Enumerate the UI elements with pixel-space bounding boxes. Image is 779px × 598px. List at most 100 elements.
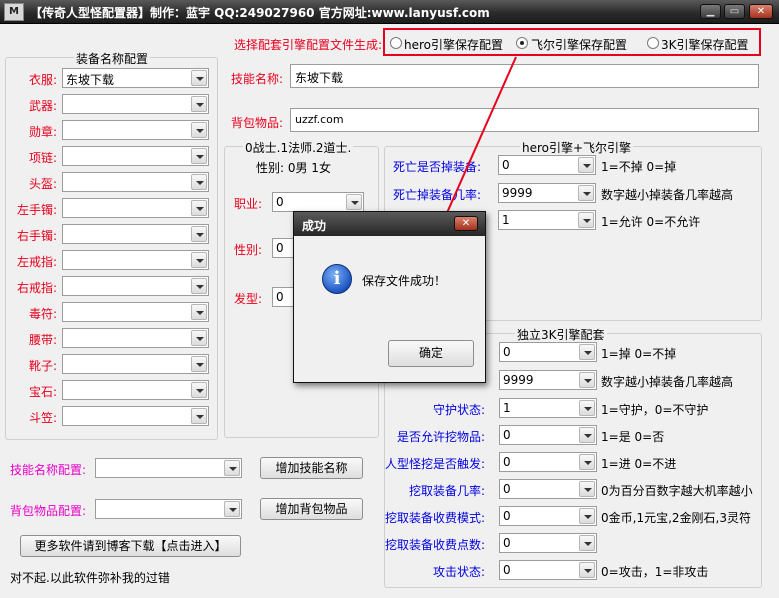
title-bar[interactable]: M 【传奇人型怪配置器】制作：蓝宇 QQ:249027960 官方网址:www.… <box>0 0 779 24</box>
hero-combo-value: 1 <box>502 213 510 227</box>
radio-3k-label[interactable]: 3K引擎保存配置 <box>661 36 749 53</box>
chevron-down-icon[interactable] <box>191 122 207 138</box>
hero-combo[interactable]: 9999 <box>498 183 596 203</box>
k3-combo-value: 0 <box>503 455 511 469</box>
equip-combo[interactable] <box>62 302 209 322</box>
chevron-down-icon[interactable] <box>578 157 594 173</box>
chevron-down-icon[interactable] <box>191 96 207 112</box>
maximize-icon[interactable]: ▭ <box>724 4 745 19</box>
radio-feier[interactable] <box>516 37 528 49</box>
equip-label: 宝石: <box>28 385 57 399</box>
k3-label: 人型怪挖是否触发: <box>384 457 485 471</box>
chevron-down-icon[interactable] <box>191 70 207 86</box>
radio-hero[interactable] <box>390 37 402 49</box>
add-skill-button[interactable]: 增加技能名称 <box>260 457 363 479</box>
equip-combo[interactable] <box>62 354 209 374</box>
k3-combo[interactable]: 0 <box>499 452 597 472</box>
chevron-down-icon[interactable] <box>191 304 207 320</box>
k3-combo[interactable]: 0 <box>499 425 597 445</box>
chevron-down-icon[interactable] <box>191 356 207 372</box>
k3-combo[interactable]: 0 <box>499 506 597 526</box>
k3-combo[interactable]: 9999 <box>499 370 597 390</box>
add-bag-item-button[interactable]: 增加背包物品 <box>260 498 363 520</box>
equip-combo[interactable] <box>62 250 209 270</box>
equip-label: 武器: <box>28 99 57 113</box>
radio-hero-label[interactable]: hero引擎保存配置 <box>404 36 503 53</box>
radio-feier-label[interactable]: 飞尔引擎保存配置 <box>531 36 627 53</box>
chevron-down-icon[interactable] <box>578 185 594 201</box>
k3-label: 挖取装备收费点数: <box>384 538 485 552</box>
chevron-down-icon[interactable] <box>191 200 207 216</box>
k3-combo[interactable]: 0 <box>499 342 597 362</box>
chevron-down-icon[interactable] <box>191 226 207 242</box>
equip-combo[interactable] <box>62 328 209 348</box>
chevron-down-icon[interactable] <box>579 562 595 578</box>
more-software-button[interactable]: 更多软件请到博客下载【点击进入】 <box>20 535 241 557</box>
k3-combo-value: 0 <box>503 536 511 550</box>
window-title: 【传奇人型怪配置器】制作：蓝宇 QQ:249027960 官方网址:www.la… <box>30 6 490 20</box>
chevron-down-icon[interactable] <box>578 212 594 228</box>
hero-combo[interactable]: 1 <box>498 210 596 230</box>
k3-combo[interactable]: 0 <box>499 479 597 499</box>
dialog-close-icon[interactable]: ✕ <box>454 216 478 231</box>
skill-name-label: 技能名称: <box>231 72 284 86</box>
dialog-title-bar[interactable]: 成功 ✕ <box>294 212 485 236</box>
equip-combo[interactable] <box>62 120 209 140</box>
k3-combo[interactable]: 0 <box>499 560 597 580</box>
chevron-down-icon[interactable] <box>579 481 595 497</box>
hero-hint: 1=不掉 0=掉 <box>601 160 677 174</box>
equip-combo[interactable] <box>62 406 209 426</box>
minimize-icon[interactable]: ▁ <box>700 4 721 19</box>
bag-config-combo[interactable] <box>95 499 242 519</box>
chevron-down-icon[interactable] <box>191 148 207 164</box>
hero-combo[interactable]: 0 <box>498 155 596 175</box>
chevron-down-icon[interactable] <box>224 460 240 476</box>
k3-hint: 0为百分百数字越大机率越小 <box>601 484 753 498</box>
chevron-down-icon[interactable] <box>579 508 595 524</box>
bag-config-label: 背包物品配置: <box>10 504 87 518</box>
chevron-down-icon[interactable] <box>579 372 595 388</box>
hero-combo-value: 9999 <box>502 186 533 200</box>
chevron-down-icon[interactable] <box>191 330 207 346</box>
chevron-down-icon[interactable] <box>346 194 362 210</box>
k3-combo[interactable]: 0 <box>499 533 597 553</box>
chevron-down-icon[interactable] <box>579 400 595 416</box>
equip-combo[interactable] <box>62 224 209 244</box>
job-combo[interactable]: 0 <box>272 192 364 212</box>
info-icon: i <box>322 264 352 294</box>
k3-combo[interactable]: 1 <box>499 398 597 418</box>
chevron-down-icon[interactable] <box>191 408 207 424</box>
equip-label: 勋章: <box>28 125 57 139</box>
chevron-down-icon[interactable] <box>224 501 240 517</box>
skill-config-combo[interactable] <box>95 458 242 478</box>
equip-label: 腰带: <box>28 333 57 347</box>
skill-name-input[interactable]: 东坡下载 <box>290 64 759 88</box>
chevron-down-icon[interactable] <box>579 535 595 551</box>
chevron-down-icon[interactable] <box>579 454 595 470</box>
equip-combo[interactable] <box>62 146 209 166</box>
chevron-down-icon[interactable] <box>191 278 207 294</box>
equip-combo[interactable] <box>62 94 209 114</box>
k3-hint: 1=守护，0=不守护 <box>601 403 709 417</box>
chevron-down-icon[interactable] <box>191 252 207 268</box>
chevron-down-icon[interactable] <box>191 174 207 190</box>
equip-combo[interactable] <box>62 380 209 400</box>
role-hint-2: 性别: 0男 1女 <box>256 161 331 175</box>
chevron-down-icon[interactable] <box>579 344 595 360</box>
equip-combo[interactable] <box>62 198 209 218</box>
equip-group-title: 装备名称配置 <box>74 50 151 67</box>
k3-hint: 1=掉 0=不掉 <box>601 347 677 361</box>
equip-combo[interactable]: 东坡下载 <box>62 68 209 88</box>
close-icon[interactable]: ✕ <box>749 4 773 19</box>
k3-combo-value: 0 <box>503 509 511 523</box>
bag-item-label: 背包物品: <box>231 116 284 130</box>
equip-combo[interactable] <box>62 172 209 192</box>
bag-item-input[interactable]: uzzf.com <box>290 108 759 132</box>
k3-combo-value: 1 <box>503 401 511 415</box>
chevron-down-icon[interactable] <box>579 427 595 443</box>
equip-combo[interactable] <box>62 276 209 296</box>
ok-button[interactable]: 确定 <box>388 340 474 367</box>
role-hint-1: 0战士.1法师.2道士. <box>243 139 354 156</box>
radio-3k[interactable] <box>647 37 659 49</box>
chevron-down-icon[interactable] <box>191 382 207 398</box>
